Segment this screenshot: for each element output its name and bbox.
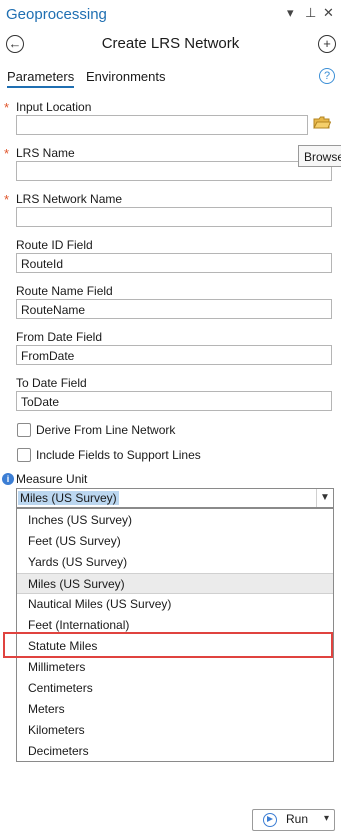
- measure-unit-select[interactable]: Miles (US Survey) ▼: [16, 488, 334, 508]
- from-date-field-label: From Date Field: [16, 330, 103, 344]
- lrs-network-name-label: LRS Network Name: [16, 192, 123, 206]
- from-date-field-input[interactable]: FromDate: [16, 345, 332, 365]
- route-id-field-input[interactable]: RouteId: [16, 253, 332, 273]
- tool-title: Create LRS Network: [101, 35, 240, 52]
- pane-title: Geoprocessing: [6, 6, 107, 23]
- dropdown-option[interactable]: Feet (US Survey): [17, 531, 333, 552]
- browse-tooltip: Browse: [298, 145, 341, 167]
- run-label: Run: [286, 812, 309, 826]
- lrs-name-label: LRS Name: [16, 146, 75, 160]
- dropdown-option[interactable]: Decimeters: [17, 741, 333, 762]
- include-fields-checkbox[interactable]: [17, 448, 31, 462]
- derive-from-line-network-checkbox[interactable]: [17, 423, 31, 437]
- close-icon[interactable]: ✕: [323, 5, 334, 21]
- chevron-down-icon[interactable]: ▾: [324, 813, 329, 824]
- pane-menu-icon[interactable]: ▾: [287, 5, 294, 21]
- chevron-down-icon[interactable]: ▼: [316, 489, 333, 507]
- dropdown-option[interactable]: Millimeters: [17, 657, 333, 678]
- measure-unit-selected-value: Miles (US Survey): [18, 491, 119, 505]
- route-name-field-input[interactable]: RouteName: [16, 299, 332, 319]
- run-button[interactable]: Run ▾: [252, 809, 335, 831]
- play-icon: [263, 813, 277, 827]
- highlight-box: [3, 632, 333, 658]
- derive-from-line-network-label[interactable]: Derive From Line Network: [36, 423, 175, 437]
- required-marker: *: [4, 100, 10, 115]
- dropdown-option[interactable]: Yards (US Survey): [17, 552, 333, 573]
- input-location-label: Input Location: [16, 100, 92, 114]
- dropdown-option[interactable]: Kilometers: [17, 720, 333, 741]
- tab-parameters[interactable]: Parameters: [7, 69, 75, 88]
- pin-icon[interactable]: ⊥: [305, 5, 316, 21]
- lrs-name-field[interactable]: [16, 161, 332, 181]
- route-id-field-label: Route ID Field: [16, 238, 93, 252]
- help-icon[interactable]: ?: [319, 68, 335, 84]
- measure-unit-label: Measure Unit: [16, 472, 88, 486]
- dropdown-option-selected[interactable]: Miles (US Survey): [17, 573, 333, 594]
- required-marker: *: [4, 192, 10, 207]
- dropdown-option[interactable]: Centimeters: [17, 678, 333, 699]
- to-date-field-label: To Date Field: [16, 376, 87, 390]
- plus-icon: +: [323, 36, 331, 51]
- dropdown-option[interactable]: Inches (US Survey): [17, 510, 333, 531]
- dropdown-option[interactable]: Nautical Miles (US Survey): [17, 594, 333, 615]
- info-icon[interactable]: i: [2, 473, 14, 485]
- folder-icon[interactable]: [313, 116, 332, 135]
- tab-environments[interactable]: Environments: [86, 69, 165, 84]
- add-button[interactable]: +: [318, 35, 336, 53]
- include-fields-label[interactable]: Include Fields to Support Lines: [36, 448, 201, 462]
- input-location-field[interactable]: [16, 115, 308, 135]
- route-name-field-label: Route Name Field: [16, 284, 113, 298]
- dropdown-option[interactable]: Meters: [17, 699, 333, 720]
- required-marker: *: [4, 146, 10, 161]
- to-date-field-input[interactable]: ToDate: [16, 391, 332, 411]
- lrs-network-name-field[interactable]: [16, 207, 332, 227]
